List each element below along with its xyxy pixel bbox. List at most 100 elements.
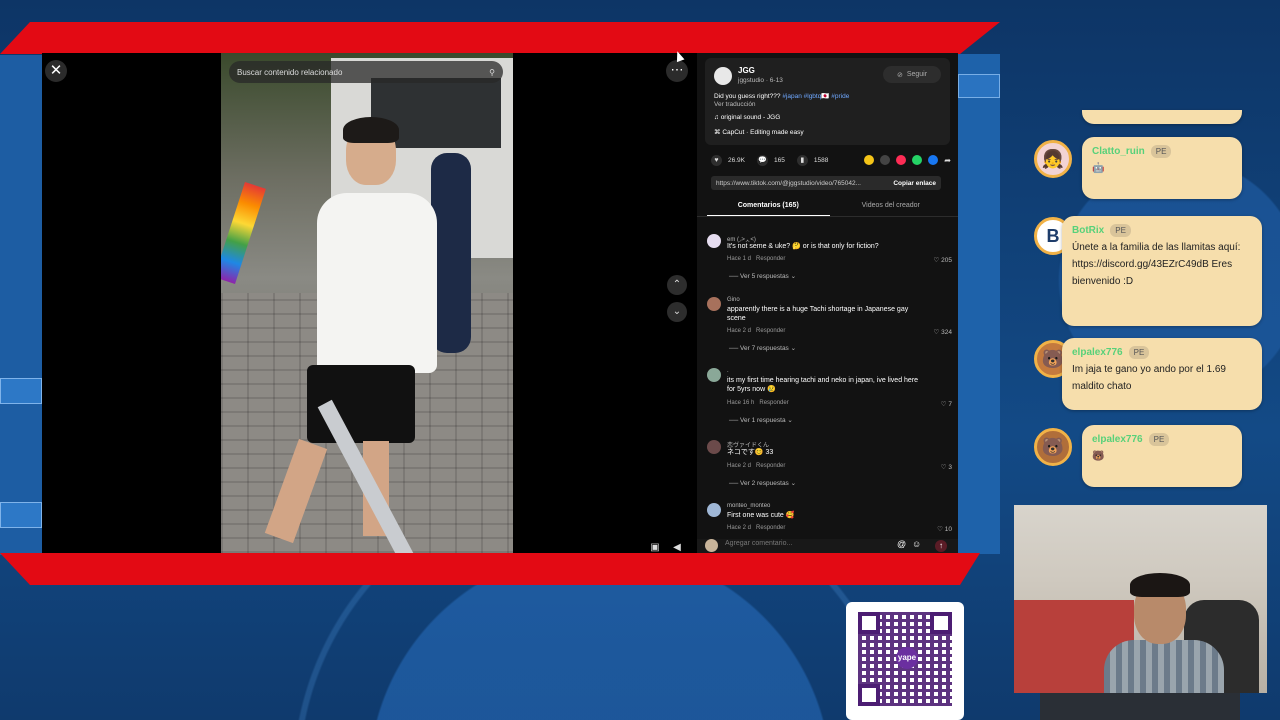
facebook-icon[interactable] [928,155,939,165]
tiktok-window: ✕ Buscar contenido relacionado ⚲ ⋯ ⌃ ⌄ ▣… [42,53,958,553]
related-search-input[interactable]: Buscar contenido relacionado ⚲ [229,61,503,83]
commenter-avatar[interactable] [707,234,721,248]
bookmark-icon[interactable]: ▮ [796,154,808,166]
comment-like[interactable]: ♡ 10 [937,525,952,533]
post-hashtags[interactable]: #japan #lgbtq🇯🇵 #pride [782,93,849,100]
chat-message: Clatto_ruin PE 🤖 [1082,137,1242,199]
view-replies[interactable]: ── Ver 5 respuestas ⌄ [729,272,796,280]
commenter-avatar[interactable] [707,503,721,517]
chat-message-cut [1082,110,1242,124]
view-replies[interactable]: ── Ver 7 respuestas ⌄ [729,344,796,352]
comment-input-bar: Agregar comentario... @ ☺ ↑ [697,539,958,553]
comment-item: em (◞˃ᆺ˂) It's not seme & uke? 🤔 or is t… [707,234,952,294]
send-icon[interactable] [896,155,907,165]
video-link[interactable]: https://www.tiktok.com/@jggstudio/video/… [716,180,861,187]
emoji-icon[interactable]: ☺ [912,539,921,549]
view-replies-label: Ver 1 respuesta [740,417,786,424]
comment-time: Hace 1 d [727,256,752,262]
chat-country-badge: PE [1148,433,1170,446]
view-replies-label: Ver 2 respuestas [740,480,789,487]
commenter-name[interactable]: Gino [727,297,740,303]
author-avatar[interactable] [714,67,732,85]
tab-creator-videos[interactable]: Videos del creador [830,198,953,216]
follow-button[interactable]: ⊘ Seguir [883,66,941,83]
sound-row[interactable]: ♫ original sound - JGG [714,114,780,121]
capcut-label: CapCut · Editing made easy [722,129,804,136]
chat-username: Clatto_ruin [1092,146,1145,157]
reply-button[interactable]: Responder [756,525,785,531]
video-player[interactable]: ✕ Buscar contenido relacionado ⚲ ⋯ ⌃ ⌄ ▣… [42,53,697,553]
close-button[interactable]: ✕ [45,60,67,82]
next-video-button[interactable]: ⌄ [667,302,687,322]
my-avatar [705,539,718,552]
comment-like[interactable]: ♡ 7 [941,400,952,408]
commenter-name[interactable]: . [727,368,729,374]
comment-meta: Hace 1 d Responder [727,256,785,262]
embed-icon[interactable] [880,155,891,165]
repost-icon[interactable] [864,155,875,165]
post-description-card: JGG jggstudio · 6-13 ⊘ Seguir Did you gu… [705,58,950,145]
reply-button[interactable]: Responder [756,256,785,262]
comment-text: It's not seme & uke? 🤔 or is that only f… [727,243,879,250]
commenter-avatar[interactable] [707,368,721,382]
like-icon[interactable]: ♥ [711,154,722,166]
mini-player-icon[interactable]: ▣ [648,542,662,553]
commenter-avatar[interactable] [707,440,721,454]
share-arrow-icon[interactable]: ➦ [944,156,951,165]
background-person [431,153,471,353]
capcut-row[interactable]: ⌘ CapCut · Editing made easy [714,128,804,136]
view-replies-label: Ver 5 respuestas [740,273,789,280]
left-decor-tab [0,378,42,404]
tab-comments[interactable]: Comentarios (165) [707,198,830,216]
send-comment-icon[interactable]: ↑ [935,540,947,552]
follow-label: Seguir [906,71,928,78]
qr-corner [930,612,952,634]
whatsapp-icon[interactable] [912,155,923,165]
comment-like[interactable]: ♡ 3 [941,463,952,471]
person-hair [343,117,399,143]
copy-link-button[interactable]: Copiar enlace [893,180,936,187]
person-shirt [317,193,437,373]
view-replies[interactable]: ── Ver 1 respuesta ⌄ [729,416,793,424]
more-options-button[interactable]: ⋯ [666,60,688,82]
author-name[interactable]: JGG [738,66,755,75]
comment-like[interactable]: ♡ 205 [934,256,953,264]
tabs-divider [697,216,958,217]
comment-like[interactable]: ♡ 324 [934,328,953,336]
comment-time: Hace 16 h [727,400,755,406]
chat-country-badge: PE [1128,346,1150,359]
chat-text: 🐻 [1092,451,1105,462]
previous-video-button[interactable]: ⌃ [667,275,687,295]
comment-meta: Hace 2 d Responder [727,525,785,531]
capcut-icon: ⌘ [714,129,721,136]
yape-logo-icon: yape [896,647,918,669]
reply-button[interactable]: Responder [756,328,785,334]
yape-qr-card: yape [846,602,964,720]
comment-item: 恋ヴァイドくん ネコです😊 33 Hace 2 d Responder ♡ 3 … [707,440,952,500]
comment-input[interactable]: Agregar comentario... [725,540,792,547]
commenter-name[interactable]: monteo_monteo [727,503,770,509]
comment-icon[interactable]: 💬 [757,154,768,166]
save-count: 1588 [813,156,829,164]
post-photo [221,53,513,553]
post-stats: ♥ 26.9K 💬 165 ▮ 1588 ➦ [711,153,951,167]
translate-link[interactable]: Ver traducción [714,101,756,108]
post-side-panel: JGG jggstudio · 6-13 ⊘ Seguir Did you gu… [697,53,958,553]
mention-icon[interactable]: @ [897,539,906,549]
search-icon[interactable]: ⚲ [489,68,495,77]
reply-button[interactable]: Responder [759,400,788,406]
comment-count: 165 [774,156,785,164]
view-replies-label: Ver 7 respuestas [740,345,789,352]
red-frame-bottom [0,553,980,585]
right-decor-tab [958,74,1000,98]
comment-like-count: 10 [944,526,952,533]
view-replies[interactable]: ── Ver 2 respuestas ⌄ [729,479,796,487]
reply-button[interactable]: Responder [756,463,785,469]
comment-meta: Hace 16 h Responder [727,400,789,406]
comment-text: ネコです😊 33 [727,449,774,456]
commenter-avatar[interactable] [707,297,721,311]
chat-avatar: 🐻 [1034,428,1072,466]
volume-icon[interactable]: ◀︎ [670,542,684,553]
sound-name: original sound - JGG [720,114,781,121]
comment-item: Gino apparently there is a huge Tachi sh… [707,297,952,362]
